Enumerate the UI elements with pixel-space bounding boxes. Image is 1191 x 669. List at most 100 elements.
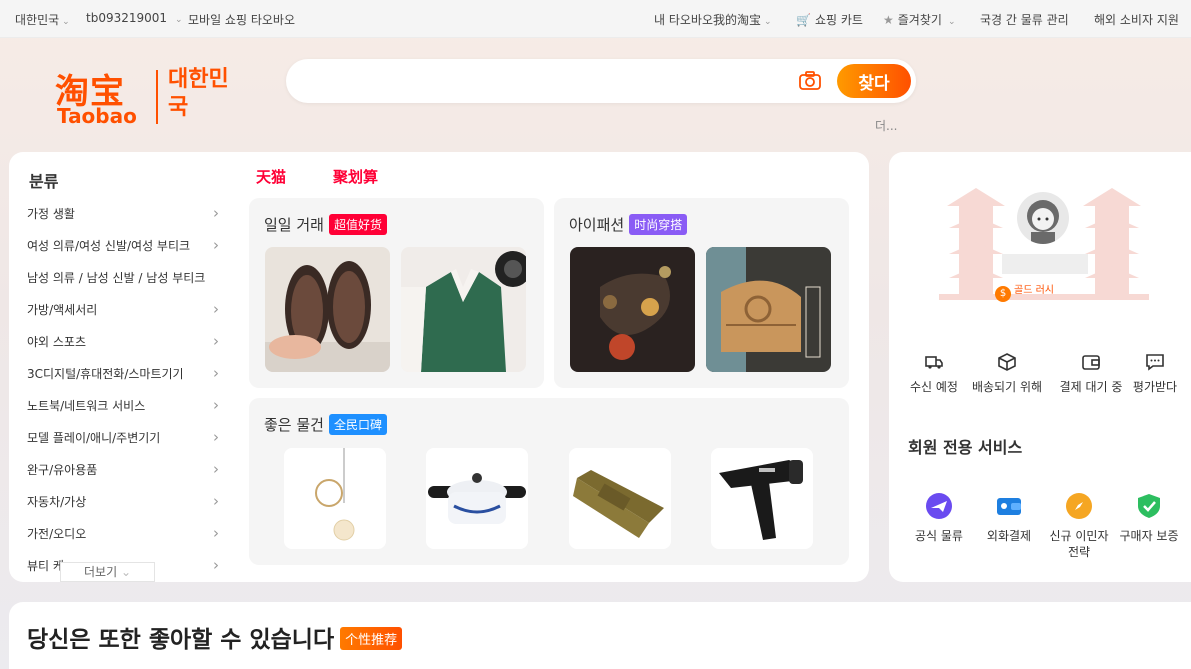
category-item[interactable]: 가전/오디오 ›	[27, 524, 219, 556]
chevron-right-icon: ›	[213, 396, 219, 414]
search-button[interactable]: 찾다	[837, 64, 911, 98]
gold-rush-badge[interactable]: $ 골드 러시	[995, 282, 1071, 302]
category-item[interactable]: 노트북/네트워크 서비스 ›	[27, 396, 219, 428]
favorites-menu[interactable]: ★ 즐겨찾기 ⌄	[883, 11, 955, 28]
compass-icon	[1066, 493, 1092, 519]
order-label: 평가받다	[1132, 380, 1178, 394]
product-wallet-image[interactable]	[569, 448, 671, 549]
search-more-hint[interactable]: 더...	[875, 117, 897, 134]
category-item[interactable]: 3C디지털/휴대전화/스마트기기 ›	[27, 364, 219, 396]
daily-deal-badge: 超值好货	[328, 214, 387, 235]
region-label: 대한민국	[15, 13, 60, 27]
region-selector[interactable]: 대한민국 ⌄	[15, 11, 70, 28]
category-label: 뷰티 케	[27, 559, 64, 573]
tab-tmall[interactable]: 天猫	[256, 166, 286, 187]
category-label: 야외 스포츠	[27, 335, 87, 349]
logistics-link[interactable]: 국경 간 물류 관리	[980, 11, 1069, 28]
category-label: 가방/액세서리	[27, 303, 98, 317]
camera-icon[interactable]	[798, 69, 822, 93]
daily-deal-panel[interactable]: 일일 거래 超值好货	[249, 198, 544, 388]
logo-divider	[156, 70, 158, 124]
cart-label: 쇼핑 카트	[814, 13, 863, 27]
fashion-panel[interactable]: 아이패션 时尚穿搭	[554, 198, 849, 388]
category-item[interactable]: 야외 스포츠 ›	[27, 332, 219, 364]
chevron-right-icon: ›	[213, 460, 219, 478]
overseas-support-link[interactable]: 해외 소비자 지원	[1094, 11, 1179, 28]
search-bar: 찾다	[286, 59, 916, 103]
chevron-down-icon: ⌄	[175, 15, 183, 25]
product-hair-dryer-image[interactable]	[711, 448, 813, 549]
category-item[interactable]: 완구/유아용품 ›	[27, 460, 219, 492]
product-wooden-comb-image[interactable]	[706, 247, 831, 372]
plane-icon	[926, 493, 952, 519]
category-label: 여성 의류/여성 신발/여성 부티크	[27, 239, 191, 253]
main-card: 분류 가정 생활 › 여성 의류/여성 신발/여성 부티크 › 남성 의류 / 남성 신…	[9, 152, 869, 582]
service-label: 신규 이민자 전략	[1049, 529, 1109, 559]
more-categories-button[interactable]: 더보기 ⌄	[60, 562, 155, 582]
category-label: 3C디지털/휴대전화/스마트기기	[27, 367, 184, 381]
order-to-receive[interactable]: 수신 예정	[897, 352, 971, 395]
username-blurred	[1002, 254, 1088, 274]
chevron-down-icon: ⌄	[62, 17, 70, 27]
fashion-title: 아이패션	[569, 216, 625, 234]
chevron-down-icon: ⌄	[120, 565, 131, 579]
gold-label: 골드 러시	[1014, 285, 1054, 296]
cart-link[interactable]: 🛒 쇼핑 카트	[796, 11, 863, 28]
product-lamp-image[interactable]	[284, 448, 386, 549]
truck-icon	[925, 356, 943, 369]
chevron-right-icon: ›	[213, 204, 219, 222]
order-to-pay[interactable]: 결제 대기 중	[1053, 352, 1129, 395]
chevron-right-icon: ›	[213, 524, 219, 542]
category-item[interactable]: 가정 생활 ›	[27, 204, 219, 236]
package-icon	[998, 353, 1016, 371]
chevron-down-icon: ⌄	[764, 17, 772, 27]
product-sweater-vest-image[interactable]	[401, 247, 526, 372]
shield-icon	[1138, 494, 1160, 518]
order-to-ship[interactable]: 배송되기 위해	[965, 352, 1049, 395]
chevron-right-icon: ›	[213, 428, 219, 446]
category-item[interactable]: 자동차/가상 ›	[27, 492, 219, 524]
username-menu[interactable]: tb093219001 ⌄	[86, 11, 183, 25]
recommendation-title: 당신은 또한 좋아할 수 있습니다 个性推荐	[27, 620, 403, 654]
category-title: 분류	[29, 172, 59, 191]
category-item[interactable]: 남성 의류 / 남성 신발 / 남성 부티크	[27, 268, 219, 300]
mobile-taobao-link[interactable]: 모바일 쇼핑 타오바오	[188, 11, 295, 28]
service-newcomer-guide[interactable]: 신규 이민자 전략	[1043, 492, 1115, 560]
my-taobao-label: 내 타오바오我的淘宝	[654, 13, 762, 27]
member-services-title: 회원 전용 서비스	[908, 438, 1023, 457]
category-item[interactable]: 모델 플레이/애니/주변기기 ›	[27, 428, 219, 460]
category-label: 가전/오디오	[27, 527, 87, 541]
product-slippers-image[interactable]	[265, 247, 390, 372]
wallet-icon	[997, 498, 1021, 515]
good-goods-panel[interactable]: 좋은 물건 全民口碑	[249, 398, 849, 565]
category-item[interactable]: 여성 의류/여성 신발/여성 부티크 ›	[27, 236, 219, 268]
category-label: 노트북/네트워크 서비스	[27, 399, 146, 413]
search-input[interactable]	[306, 69, 786, 93]
order-label: 수신 예정	[910, 380, 958, 394]
order-label: 배송되기 위해	[971, 380, 1043, 394]
top-bar: 대한민국 ⌄ tb093219001 ⌄ 모바일 쇼핑 타오바오 내 타오바오我的淘…	[0, 0, 1191, 38]
chevron-right-icon: ›	[213, 332, 219, 350]
service-official-logistics[interactable]: 공식 물류	[903, 492, 975, 544]
avatar[interactable]	[1017, 192, 1069, 244]
order-to-review[interactable]: 평가받다	[1125, 352, 1185, 395]
product-ornament-image[interactable]	[570, 247, 695, 372]
good-goods-title: 좋은 물건	[264, 416, 324, 434]
tab-juhuasuan[interactable]: 聚划算	[333, 166, 378, 187]
chevron-right-icon: ›	[213, 236, 219, 254]
chevron-right-icon: ›	[213, 492, 219, 510]
recommendation-badge: 个性推荐	[340, 627, 403, 650]
product-pressure-cooker-image[interactable]	[426, 448, 528, 549]
chevron-right-icon: ›	[213, 556, 219, 574]
taobao-logo[interactable]: 淘宝 Taobao 대한민국	[55, 64, 245, 128]
category-label: 완구/유아용품	[27, 463, 98, 477]
service-foreign-payment[interactable]: 외화결제	[973, 492, 1045, 544]
panel-title: 좋은 물건 全民口碑	[264, 414, 387, 435]
service-label: 공식 물류	[915, 529, 963, 543]
my-taobao-menu[interactable]: 내 타오바오我的淘宝 ⌄	[654, 11, 772, 28]
category-item[interactable]: 가방/액세서리 ›	[27, 300, 219, 332]
panel-title: 아이패션 时尚穿搭	[569, 214, 688, 235]
service-buyer-protection[interactable]: 구매자 보증	[1113, 492, 1185, 544]
coin-icon: $	[995, 286, 1011, 302]
good-goods-badge: 全民口碑	[328, 414, 387, 435]
